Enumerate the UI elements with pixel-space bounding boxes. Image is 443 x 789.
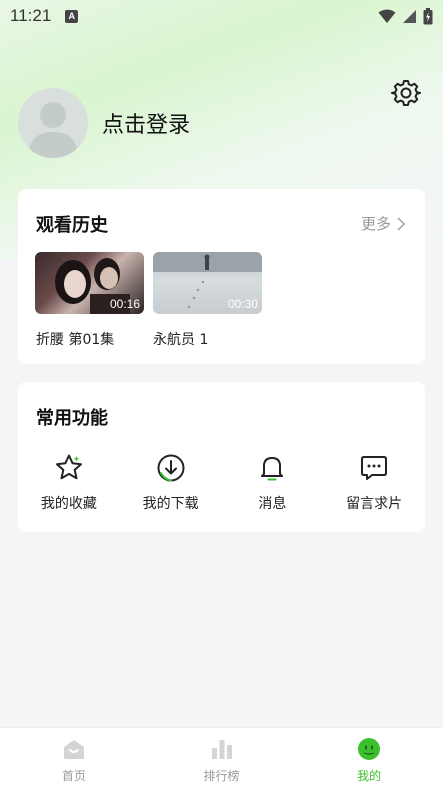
common-functions-card: 常用功能 我的收藏 我的下载 消息 留言求片	[18, 382, 425, 532]
bottom-navigation: 首页 排行榜 我的	[0, 727, 443, 789]
profile-header[interactable]: 点击登录	[18, 88, 190, 158]
nav-label: 首页	[61, 769, 86, 783]
default-avatar-icon	[28, 102, 78, 158]
bell-icon	[261, 457, 284, 481]
function-label: 留言求片	[346, 496, 403, 512]
video-duration: 00:30	[227, 297, 258, 311]
home-icon	[63, 740, 84, 759]
profile-face-icon	[358, 738, 381, 760]
common-functions-title: 常用功能	[36, 408, 108, 429]
status-indicators	[378, 7, 433, 25]
messages-button[interactable]: 消息	[222, 452, 324, 513]
status-time: 11:21	[10, 6, 52, 25]
history-thumbnail[interactable]: 00:16	[35, 252, 144, 314]
status-bar: 11:21 A	[0, 0, 443, 32]
signal-icon	[403, 9, 416, 23]
login-prompt[interactable]: 点击登录	[102, 107, 190, 139]
history-item-title[interactable]: 永航员 1	[153, 329, 208, 349]
watch-history-card: 观看历史 更多 00:16 00:30 折腰 第01集 永航员 1	[18, 189, 425, 364]
wifi-icon	[378, 9, 396, 23]
more-label: 更多	[360, 215, 391, 233]
favorites-button[interactable]: 我的收藏	[18, 452, 120, 513]
nav-label: 我的	[357, 769, 382, 783]
star-icon	[55, 454, 82, 480]
ranking-icon	[211, 740, 232, 759]
download-icon	[157, 454, 185, 482]
more-button[interactable]: 更多	[361, 213, 405, 234]
request-movie-button[interactable]: 留言求片	[323, 452, 425, 513]
watch-history-title: 观看历史	[36, 215, 108, 236]
function-label: 我的下载	[142, 496, 199, 512]
video-duration: 00:16	[109, 297, 140, 311]
chat-icon	[361, 456, 388, 480]
settings-button[interactable]	[391, 78, 421, 108]
chevron-right-icon	[397, 216, 405, 231]
nav-item-home[interactable]: 首页	[0, 728, 148, 789]
history-thumbnail[interactable]: 00:30	[153, 252, 262, 314]
nav-item-mine[interactable]: 我的	[295, 728, 443, 789]
function-grid: 我的收藏 我的下载 消息 留言求片	[18, 452, 425, 513]
downloads-button[interactable]: 我的下载	[120, 452, 222, 513]
avatar[interactable]	[18, 88, 88, 158]
history-item-title[interactable]: 折腰 第01集	[36, 329, 114, 349]
function-label: 消息	[258, 496, 287, 512]
gear-icon	[391, 80, 421, 106]
nav-label: 排行榜	[203, 769, 240, 783]
notification-icon: A	[65, 9, 79, 23]
function-label: 我的收藏	[40, 496, 97, 512]
battery-icon	[423, 7, 433, 24]
nav-item-ranking[interactable]: 排行榜	[148, 728, 296, 789]
